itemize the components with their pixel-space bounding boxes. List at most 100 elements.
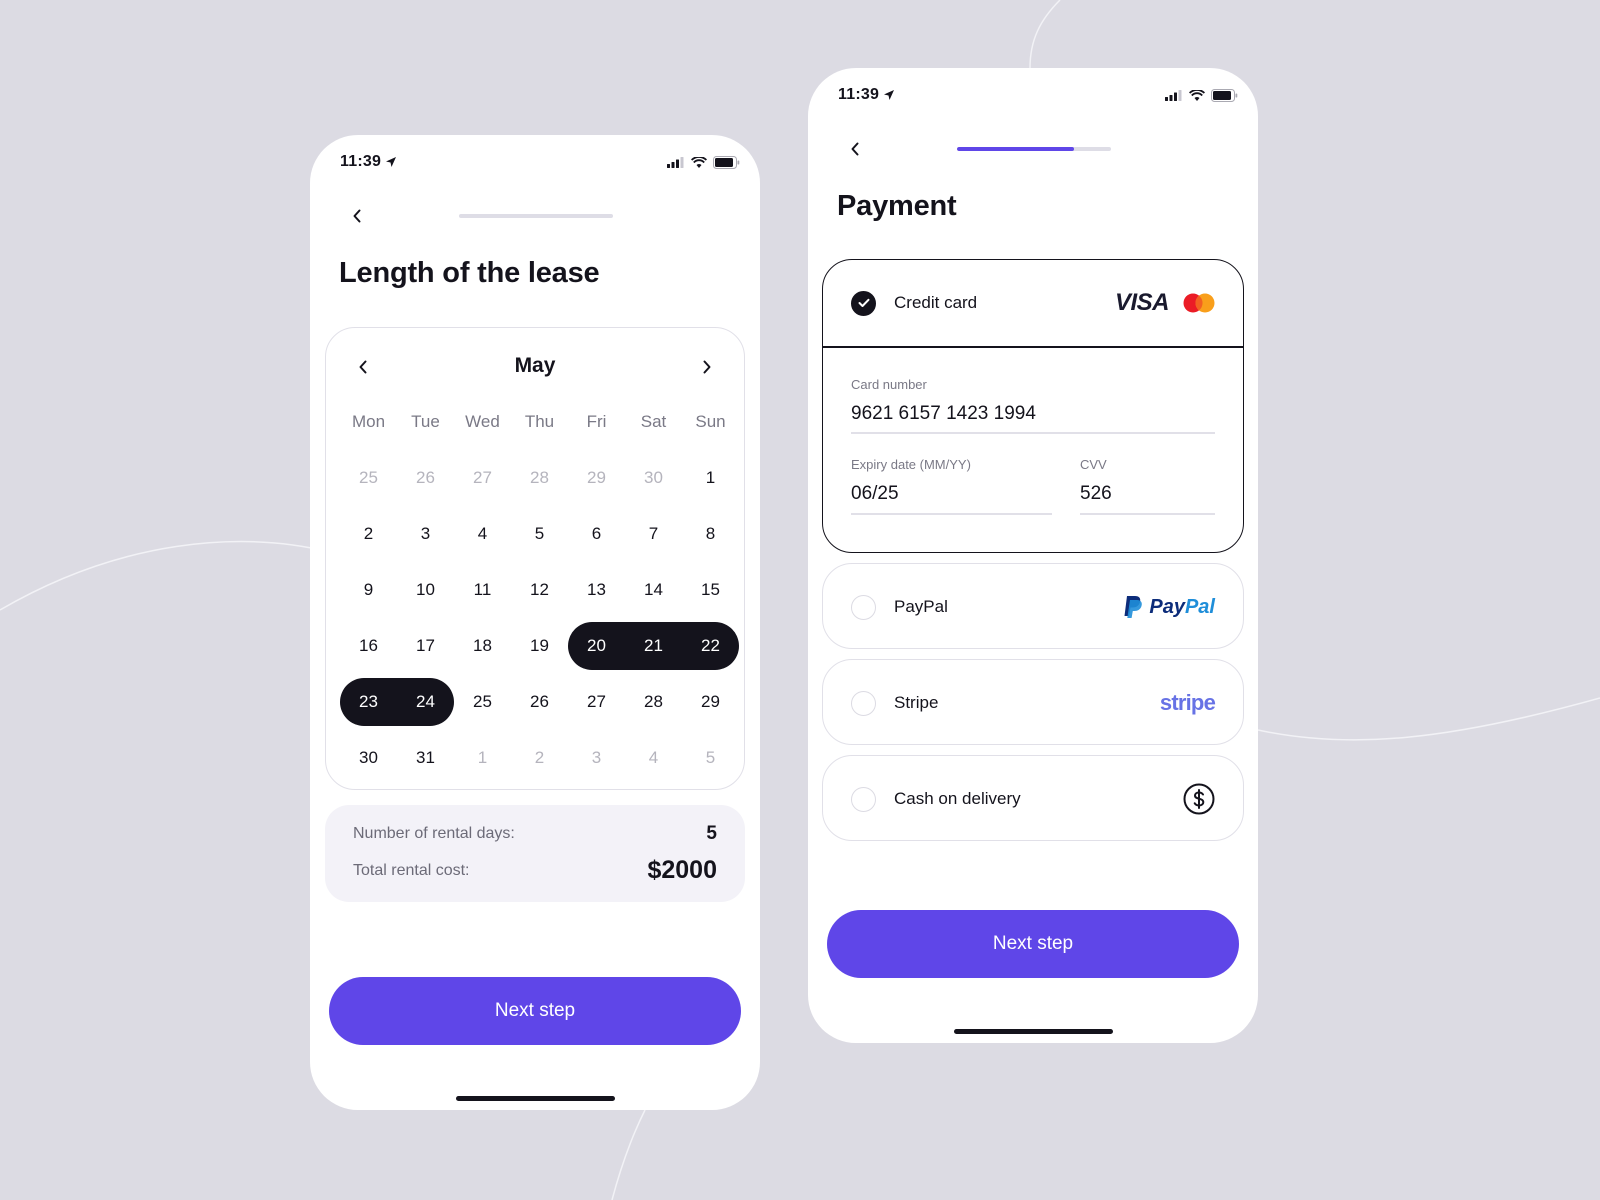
radio-selected[interactable]: [851, 290, 876, 316]
calendar-month-label: May: [514, 354, 556, 377]
stripe-logo: stripe: [1159, 690, 1216, 715]
calendar-day[interactable]: 18: [454, 618, 511, 674]
calendar-day[interactable]: 27: [568, 674, 625, 730]
payment-option-cash-on-delivery[interactable]: Cash on delivery: [822, 755, 1244, 841]
expiry-input[interactable]: 06/25: [851, 483, 899, 505]
payment-option-credit-card[interactable]: Credit card VISA Card number 9621 6157 1…: [822, 259, 1244, 553]
wifi-icon: [1189, 89, 1205, 101]
calendar-day[interactable]: 10: [397, 562, 454, 618]
radio-unselected[interactable]: [851, 786, 876, 812]
calendar-day[interactable]: 15: [682, 562, 739, 618]
card-section-divider: [823, 346, 1243, 348]
calendar-day[interactable]: 5: [511, 506, 568, 562]
calendar-day[interactable]: 4: [454, 506, 511, 562]
calendar-weekdays: Mon Tue Wed Thu Fri Sat Sun: [340, 412, 730, 432]
weekday-label: Wed: [465, 412, 500, 431]
calendar-day[interactable]: 5: [682, 730, 739, 786]
payment-option-label: Cash on delivery: [894, 789, 1021, 808]
calendar-day-selected[interactable]: 21: [625, 622, 682, 670]
back-button[interactable]: [844, 138, 866, 160]
calendar-day[interactable]: 12: [511, 562, 568, 618]
calendar-day[interactable]: 28: [511, 450, 568, 506]
calendar-day[interactable]: 13: [568, 562, 625, 618]
radio-unselected[interactable]: [851, 594, 876, 620]
expiry-underline: [851, 513, 1052, 515]
status-time: 11:39: [340, 153, 397, 171]
calendar-day[interactable]: 25: [340, 450, 397, 506]
chevron-right-icon: [703, 360, 711, 374]
wifi-icon: [691, 156, 707, 168]
calendar-day-selected[interactable]: 22: [682, 622, 739, 670]
page-title: Payment: [837, 190, 957, 222]
calendar-day-selected[interactable]: 20: [568, 622, 625, 670]
calendar-day[interactable]: 17: [397, 618, 454, 674]
next-step-button[interactable]: Next step: [329, 977, 741, 1045]
calendar-day[interactable]: 30: [340, 730, 397, 786]
calendar-day[interactable]: 3: [397, 506, 454, 562]
calendar-day[interactable]: 9: [340, 562, 397, 618]
visa-logo: VISA: [1114, 289, 1170, 316]
calendar-day[interactable]: 16: [340, 618, 397, 674]
payment-option-label: Credit card: [894, 293, 978, 312]
background-decorative-curves: [0, 0, 1600, 1200]
calendar-day[interactable]: 26: [397, 450, 454, 506]
status-bar: 11:39: [340, 152, 740, 172]
nav-row: [346, 205, 724, 227]
payment-option-stripe[interactable]: Stripe stripe: [822, 659, 1244, 745]
calendar-day[interactable]: 26: [511, 674, 568, 730]
rental-days-value: 5: [706, 823, 717, 844]
calendar-day[interactable]: 14: [625, 562, 682, 618]
chevron-left-icon: [353, 209, 361, 223]
payment-option-paypal[interactable]: PayPal PayPal: [822, 563, 1244, 649]
step-progress-fill: [957, 147, 1075, 151]
card-number-underline: [851, 432, 1215, 434]
calendar-day[interactable]: 2: [511, 730, 568, 786]
calendar-day[interactable]: 29: [568, 450, 625, 506]
rental-cost-value: $2000: [647, 856, 717, 884]
next-step-button[interactable]: Next step: [827, 910, 1239, 978]
card-number-input[interactable]: 9621 6157 1423 1994: [851, 403, 1036, 425]
rental-cost-label: Total rental cost:: [353, 861, 470, 879]
calendar-day[interactable]: 6: [568, 506, 625, 562]
weekday-label: Tue: [411, 412, 440, 431]
calendar-day[interactable]: 1: [454, 730, 511, 786]
calendar-day[interactable]: 29: [682, 674, 739, 730]
calendar-day[interactable]: 31: [397, 730, 454, 786]
chevron-left-icon: [851, 142, 859, 156]
calendar-day[interactable]: 27: [454, 450, 511, 506]
paypal-logo: PayPal: [1123, 595, 1215, 619]
weekday-label: Sun: [695, 412, 726, 431]
next-month-button[interactable]: [694, 354, 720, 380]
cvv-underline: [1080, 513, 1215, 515]
status-bar: 11:39: [838, 85, 1238, 105]
signal-icon: [667, 156, 684, 168]
calendar-day[interactable]: 28: [625, 674, 682, 730]
home-indicator: [456, 1096, 615, 1101]
battery-icon: [713, 155, 740, 169]
calendar-day[interactable]: 19: [511, 618, 568, 674]
calendar-day-grid: 25 26 27 28 29 30 1 2 3 4 5 6 7 8 9 10 11 12 13 14 15 16 17 18 1…: [340, 450, 739, 786]
cvv-label: CVV: [1080, 457, 1107, 472]
calendar-day[interactable]: 4: [625, 730, 682, 786]
calendar-day[interactable]: 11: [454, 562, 511, 618]
weekday-label: Fri: [586, 412, 607, 431]
cvv-input[interactable]: 526: [1080, 483, 1112, 505]
home-indicator: [954, 1029, 1113, 1034]
payment-option-label: Stripe: [894, 693, 939, 712]
calendar-day[interactable]: 1: [682, 450, 739, 506]
calendar-day[interactable]: 25: [454, 674, 511, 730]
signal-icon: [1165, 89, 1182, 101]
calendar-day-selected[interactable]: 24: [397, 678, 454, 726]
back-button[interactable]: [346, 205, 368, 227]
check-icon: [858, 298, 869, 307]
calendar-day[interactable]: 7: [625, 506, 682, 562]
calendar-day[interactable]: 8: [682, 506, 739, 562]
calendar-day[interactable]: 3: [568, 730, 625, 786]
calendar-day[interactable]: 30: [625, 450, 682, 506]
calendar-day[interactable]: 2: [340, 506, 397, 562]
step-progress-bar: [957, 147, 1111, 151]
calendar-day-selected[interactable]: 23: [340, 678, 397, 726]
page-title: Length of the lease: [339, 257, 600, 289]
radio-unselected[interactable]: [851, 690, 876, 716]
weekday-label: Sat: [640, 412, 667, 431]
